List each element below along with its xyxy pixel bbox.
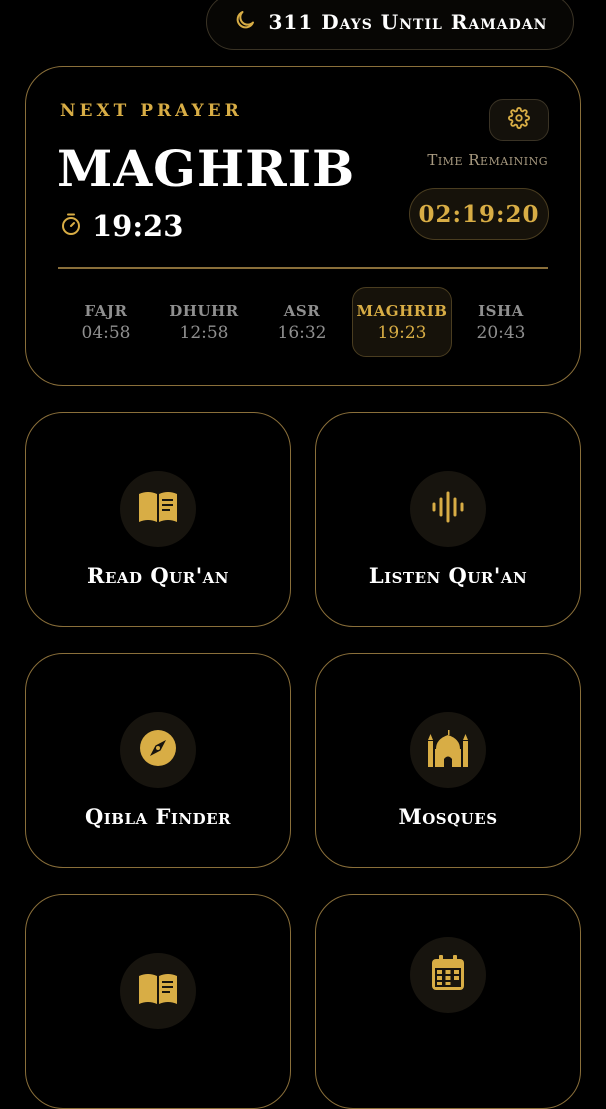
slot-name: MAGHRIB: [356, 301, 448, 320]
tile-label: Qibla Finder: [84, 804, 232, 829]
slot-time: 04:58: [81, 322, 131, 343]
next-prayer-time: 19:23: [92, 209, 184, 243]
moon-icon: [233, 8, 257, 36]
stopwatch-icon: [60, 212, 82, 240]
gear-icon: [508, 107, 530, 133]
calendar-icon: [431, 955, 465, 995]
schedule-slot-isha[interactable]: ISHA 20:43: [451, 287, 551, 357]
next-prayer-name: MAGHRIB: [57, 139, 356, 198]
book-open-icon: [137, 490, 179, 528]
slot-time: 12:58: [179, 322, 229, 343]
prayer-schedule: FAJR 04:58 DHUHR 12:58 ASR 16:32 MAGHRIB…: [26, 287, 580, 357]
schedule-slot-fajr[interactable]: FAJR 04:58: [56, 287, 156, 357]
ramadan-countdown-pill[interactable]: 311 Days Until Ramadan: [206, 0, 574, 50]
book-open-icon: [137, 972, 179, 1010]
tile-icon-circle: [410, 712, 486, 788]
feature-tile-5[interactable]: [25, 894, 291, 1109]
tile-icon-circle: [120, 953, 196, 1029]
schedule-slot-maghrib[interactable]: MAGHRIB 19:23: [352, 287, 452, 357]
ramadan-countdown-text: 311 Days Until Ramadan: [268, 10, 548, 34]
settings-button[interactable]: [489, 99, 549, 141]
listen-quran-tile[interactable]: Listen Qur'an: [315, 412, 581, 627]
slot-name: ISHA: [478, 301, 524, 320]
tile-icon-circle: [410, 471, 486, 547]
compass-icon: [139, 729, 177, 771]
tile-icon-circle: [410, 937, 486, 1013]
time-remaining-countdown: 02:19:20: [409, 188, 549, 240]
read-quran-tile[interactable]: Read Qur'an: [25, 412, 291, 627]
slot-name: FAJR: [84, 301, 128, 320]
slot-time: 16:32: [277, 322, 327, 343]
next-prayer-label: NEXT PRAYER: [60, 101, 243, 121]
time-remaining-label: Time Remaining: [427, 151, 548, 169]
mosque-icon: [426, 729, 470, 771]
audio-wave-icon: [430, 490, 466, 528]
slot-name: ASR: [283, 301, 321, 320]
schedule-slot-dhuhr[interactable]: DHUHR 12:58: [154, 287, 254, 357]
tile-icon-circle: [120, 712, 196, 788]
tile-label: Listen Qur'an: [368, 563, 528, 588]
mosques-tile[interactable]: Mosques: [315, 653, 581, 868]
slot-time: 20:43: [476, 322, 526, 343]
qibla-finder-tile[interactable]: Qibla Finder: [25, 653, 291, 868]
slot-time: 19:23: [377, 322, 427, 343]
slot-name: DHUHR: [169, 301, 239, 320]
tile-label: Read Qur'an: [87, 563, 229, 588]
schedule-slot-asr[interactable]: ASR 16:32: [252, 287, 352, 357]
tile-icon-circle: [120, 471, 196, 547]
divider: [58, 267, 548, 269]
feature-tile-6[interactable]: [315, 894, 581, 1109]
next-prayer-card: NEXT PRAYER MAGHRIB 19:23 Time Remaining…: [25, 66, 581, 386]
next-prayer-time-row: 19:23: [60, 209, 183, 243]
tile-label: Mosques: [398, 804, 498, 829]
